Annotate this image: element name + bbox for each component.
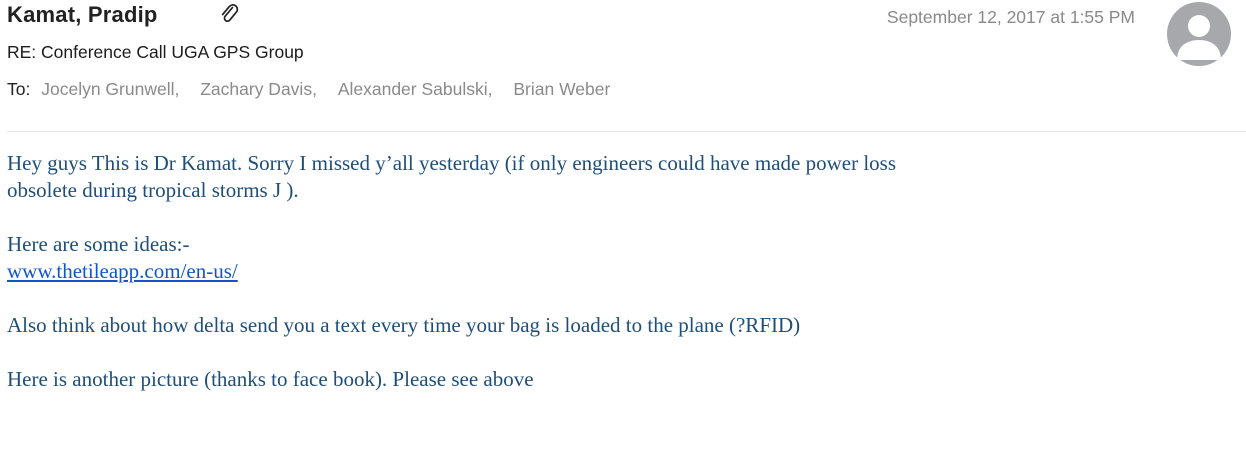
- sender-avatar[interactable]: [1167, 2, 1231, 66]
- recipient[interactable]: Alexander Sabulski,: [338, 79, 493, 100]
- recipient[interactable]: Brian Weber: [513, 79, 610, 100]
- sent-date: September 12, 2017 at 1:55 PM: [886, 7, 1135, 27]
- recipients-row: To: Jocelyn Grunwell, Zachary Davis, Ale…: [7, 79, 610, 100]
- body-paragraph: Hey guys This is Dr Kamat. Sorry I misse…: [7, 151, 896, 175]
- body-paragraph: Also think about how delta send you a te…: [7, 313, 801, 337]
- to-label: To:: [7, 79, 31, 99]
- paperclip-icon[interactable]: [218, 2, 240, 26]
- header-divider: [7, 131, 1246, 132]
- body-paragraph: obsolete during tropical storms J ).: [7, 178, 299, 202]
- email-header: Kamat, Pradip September 12, 2017 at 1:55…: [0, 0, 1246, 134]
- recipient[interactable]: Jocelyn Grunwell,: [41, 79, 179, 100]
- email-body: Hey guys This is Dr Kamat. Sorry I misse…: [7, 150, 1237, 393]
- ideas-intro: Here are some ideas:-: [7, 232, 190, 256]
- tile-app-link[interactable]: www.thetileapp.com/en-us/: [7, 259, 238, 283]
- sender-name[interactable]: Kamat, Pradip: [7, 2, 158, 28]
- recipient[interactable]: Zachary Davis,: [200, 79, 317, 100]
- person-silhouette-icon: [1177, 15, 1221, 60]
- body-paragraph: Here is another picture (thanks to face …: [7, 367, 534, 391]
- email-subject: RE: Conference Call UGA GPS Group: [7, 42, 304, 62]
